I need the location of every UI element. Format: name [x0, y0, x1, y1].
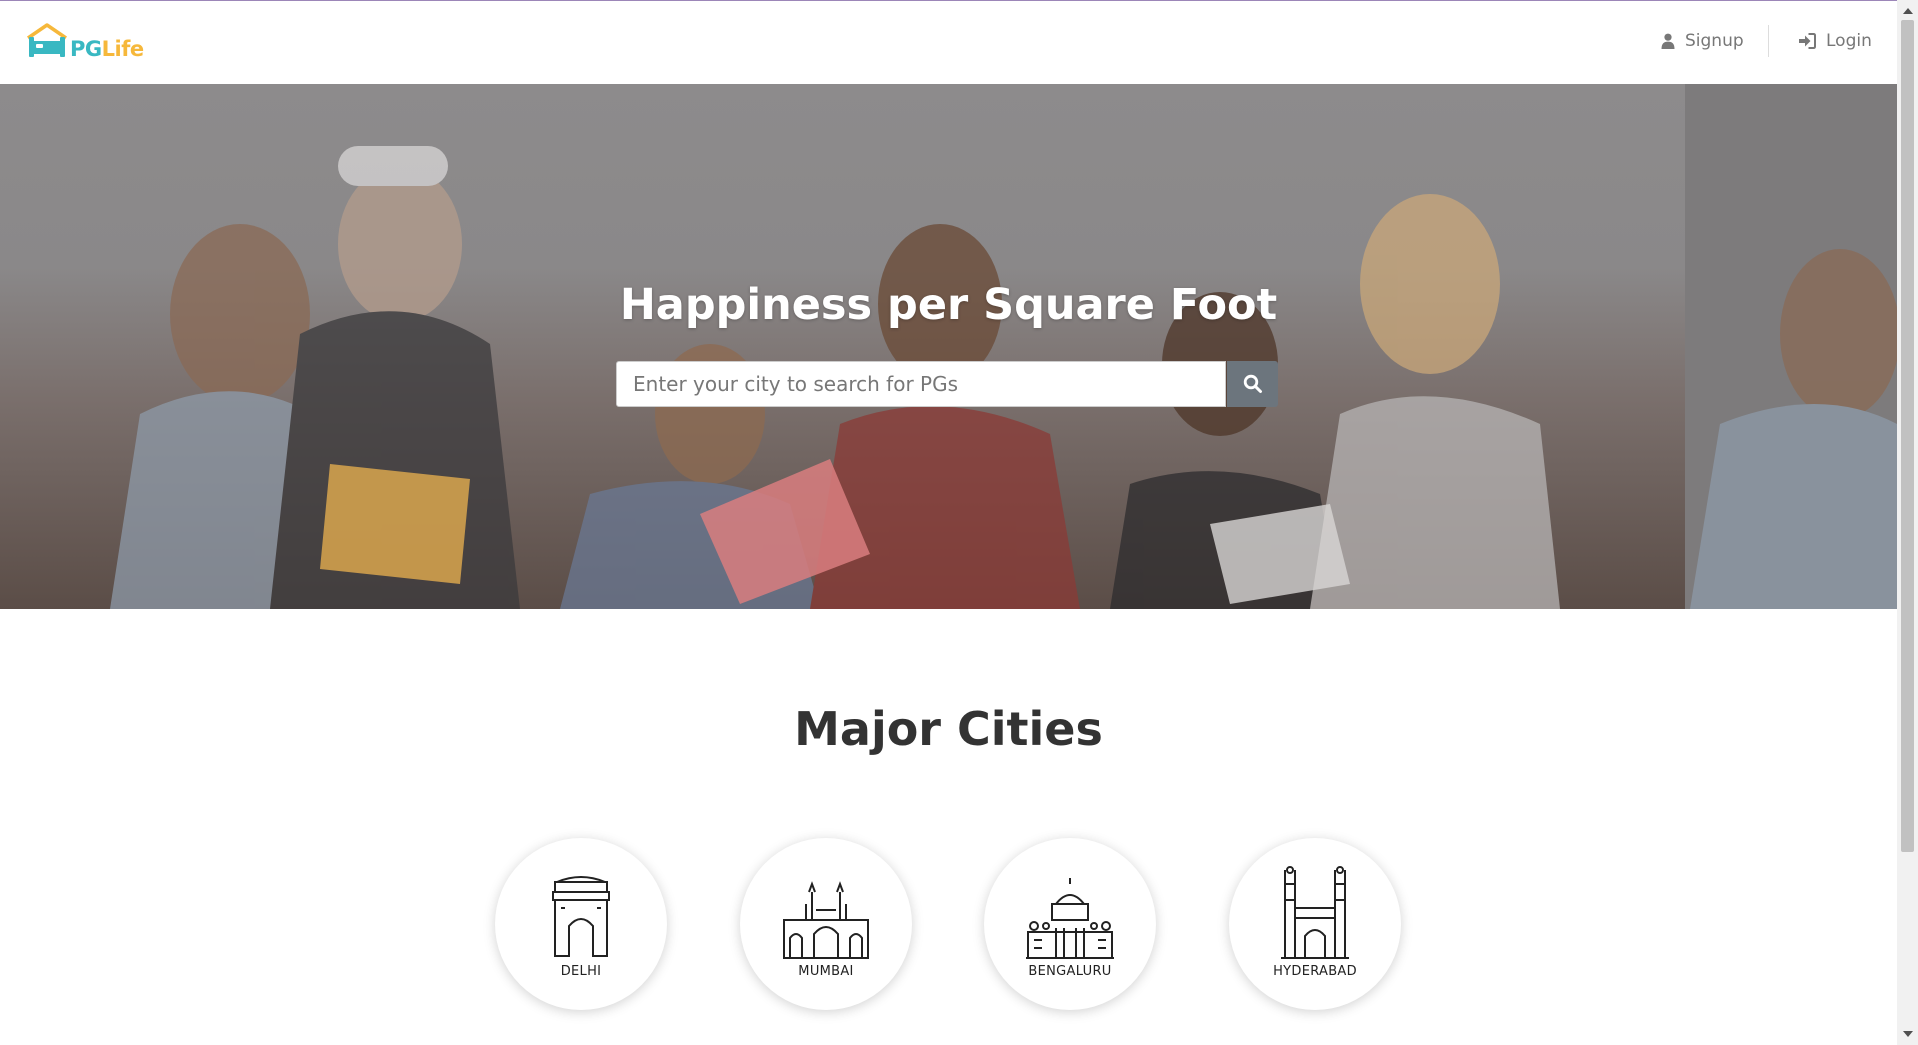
scroll-up-arrow[interactable] [1903, 8, 1913, 14]
user-icon [1661, 33, 1675, 49]
login-label: Login [1826, 31, 1872, 51]
major-cities-title: Major Cities [794, 702, 1103, 756]
vidhana-soudha-icon [1026, 878, 1114, 959]
city-label: MUMBAI [798, 964, 854, 979]
city-search-placeholder: Enter your city to search for PGs [633, 372, 959, 396]
city-card-delhi[interactable]: DELHI [495, 838, 667, 1010]
city-search-input[interactable]: Enter your city to search for PGs [616, 361, 1226, 407]
search-button[interactable] [1227, 361, 1278, 407]
scrollbar-thumb[interactable] [1901, 20, 1914, 852]
pglife-logo[interactable]: PGLife [26, 23, 146, 65]
city-label: DELHI [560, 964, 602, 979]
hero-title: Happiness per Square Foot [619, 280, 1278, 330]
city-label: BENGALURU [1028, 964, 1112, 979]
nav-divider [1768, 25, 1769, 57]
city-card-mumbai[interactable]: MUMBAI [740, 838, 912, 1010]
city-card-bengaluru[interactable]: BENGALURU [984, 838, 1156, 1010]
logo-text: PGLife [70, 37, 144, 61]
charminar-icon [1281, 866, 1349, 959]
scroll-down-arrow[interactable] [1903, 1031, 1913, 1037]
city-label: HYDERABAD [1273, 964, 1357, 979]
city-card-hyderabad[interactable]: HYDERABAD [1229, 838, 1401, 1010]
sign-in-icon [1799, 33, 1816, 49]
signup-link[interactable]: Signup [1661, 31, 1744, 51]
india-gate-icon [552, 876, 610, 957]
students-background-image [110, 84, 1897, 609]
signup-label: Signup [1685, 31, 1744, 51]
search-icon [1243, 374, 1262, 393]
navbar: PGLife Signup Login [0, 1, 1897, 85]
hero-banner: Happiness per Square Foot Enter your cit… [0, 84, 1897, 609]
gateway-of-india-icon [783, 881, 869, 959]
login-link[interactable]: Login [1798, 31, 1872, 51]
house-logo-icon [27, 23, 67, 57]
